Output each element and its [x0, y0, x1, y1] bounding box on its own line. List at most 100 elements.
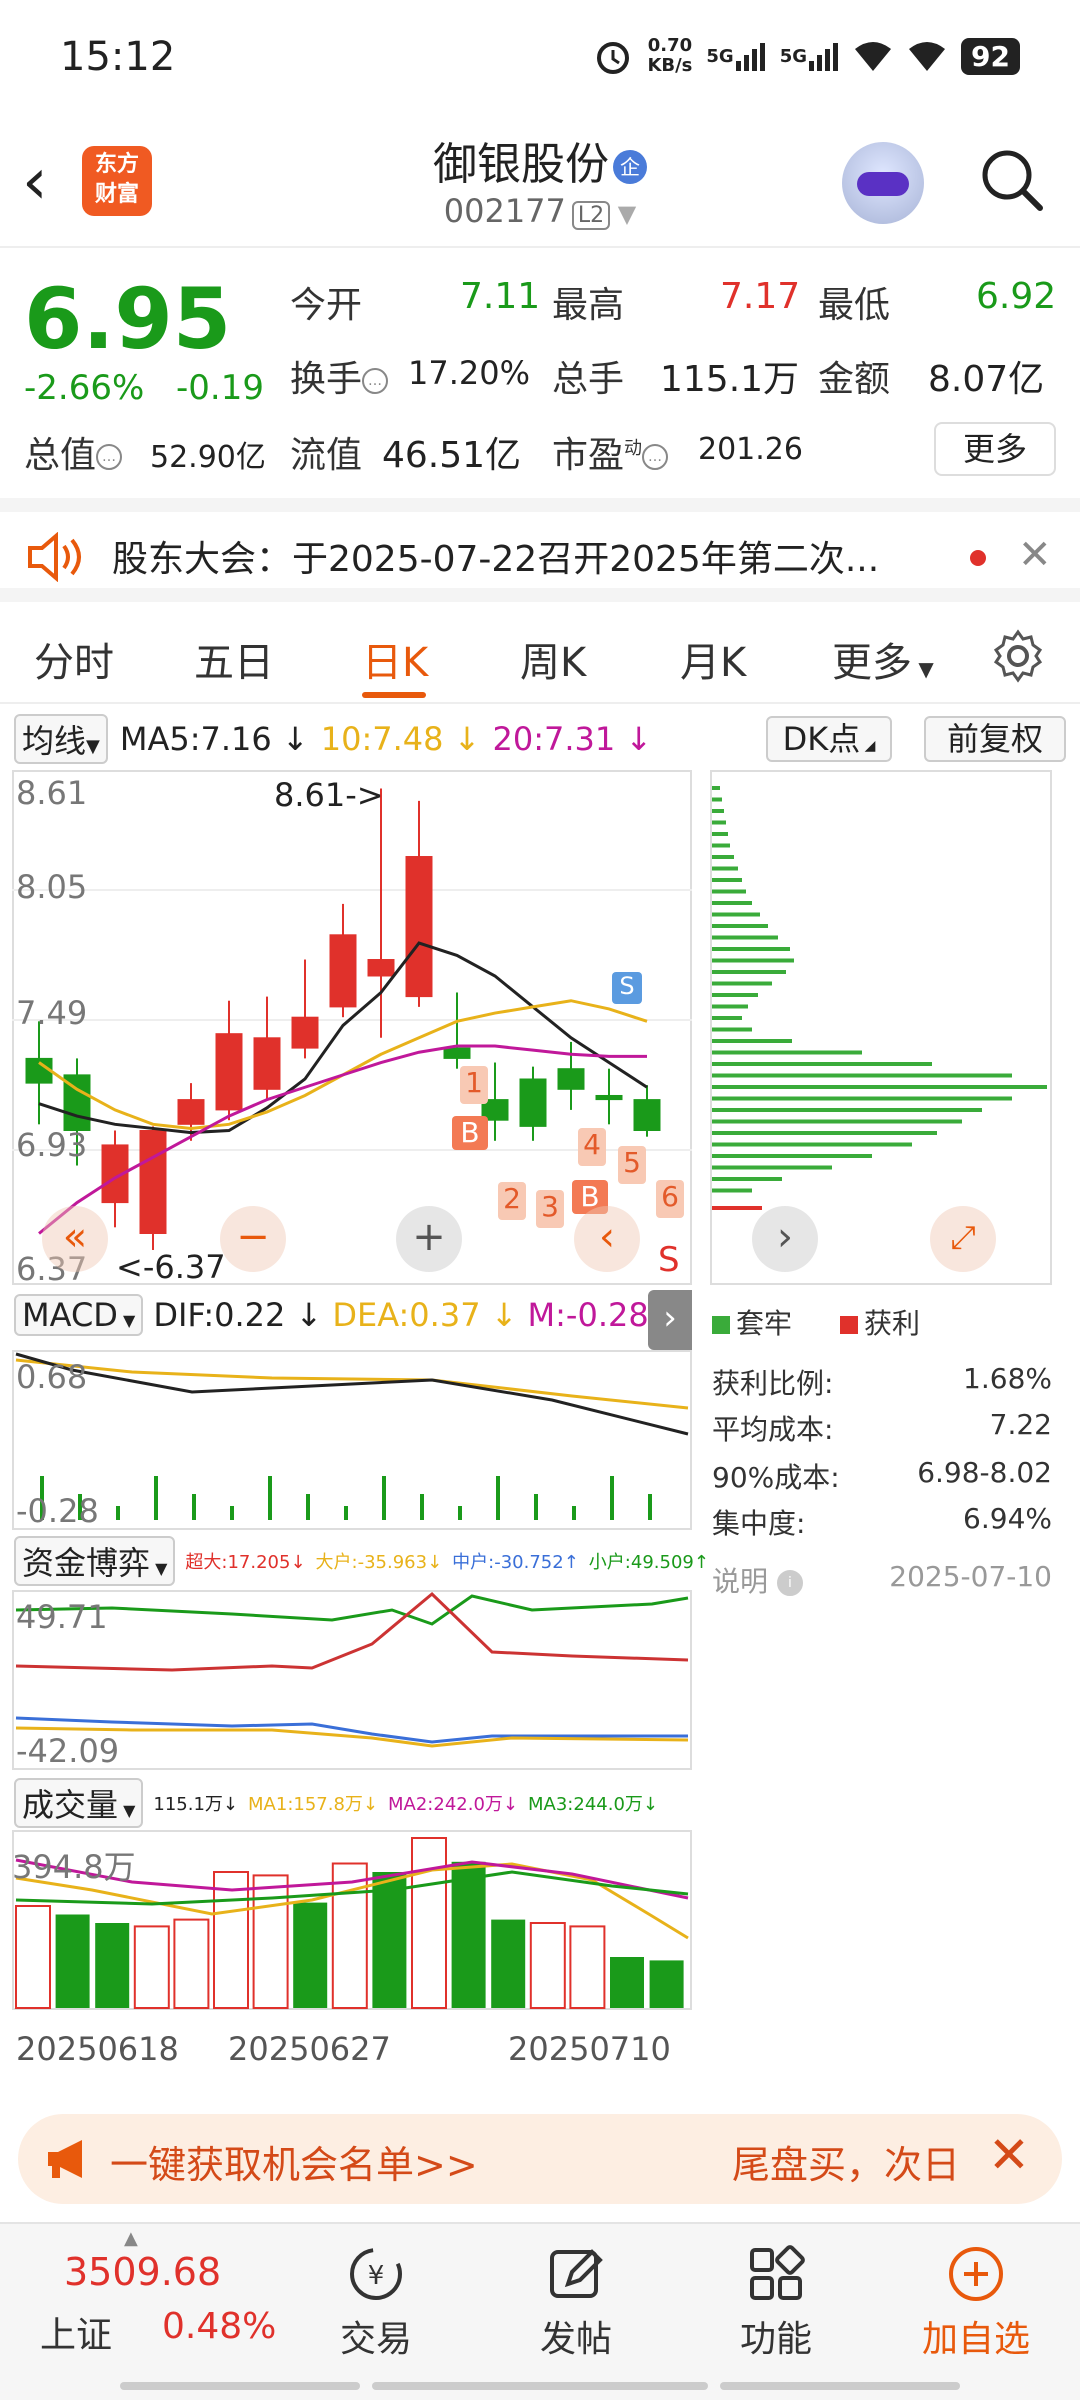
pe-label[interactable]: 市盈动… — [552, 426, 669, 478]
chip-bar — [712, 1085, 1047, 1089]
tab-monthly-k[interactable]: 月K — [680, 630, 746, 688]
volume-label: 总手 — [552, 359, 625, 400]
volume-bar — [252, 1874, 289, 2010]
volume-legend: 成交量 ▼ 115.1万↓ MA1:157.8万↓ MA2:242.0万↓ MA… — [14, 1778, 658, 1828]
notice-bar[interactable]: 股东大会：于2025-07-22召开2025年第二次... ✕ — [0, 498, 1080, 602]
functions-button[interactable]: 功能 — [716, 2244, 836, 2362]
tab-weekly-k[interactable]: 周K — [520, 630, 586, 688]
wifi-icon — [855, 42, 892, 71]
funds-mid: 中户:-30.752↑ — [452, 1552, 579, 1573]
chip-distribution-chart[interactable] — [710, 770, 1052, 1285]
ma-legend: 均线▼ MA5:7.16 ↓ 10:7.48 ↓ 20:7.31 ↓ — [14, 714, 652, 764]
post-button[interactable]: 发帖 — [516, 2244, 636, 2362]
chip-bar — [712, 866, 738, 871]
chip-stat-90-cost: 90%成本: 6.98-8.02 — [712, 1456, 1052, 1494]
chip-bar — [712, 935, 778, 940]
sell-signal-badge: S — [612, 972, 642, 1004]
period-tabs: 分时 五日 日K 周K 月K 更多 ▼ — [0, 612, 1080, 704]
funds-legend: 资金博弈 ▼ 超大:17.205↓ 大户:-35.963↓ 中户:-30.752… — [14, 1536, 709, 1586]
chip-bar — [712, 1096, 1012, 1101]
chevron-right-icon[interactable]: › — [752, 1206, 818, 1272]
mktcap-label[interactable]: 总值… — [24, 426, 123, 478]
edit-icon — [550, 2249, 603, 2298]
candle-body — [443, 1047, 471, 1059]
svg-text:¥: ¥ — [368, 2261, 385, 2291]
zoom-out-icon[interactable]: − — [220, 1206, 286, 1272]
low-label: 最低 — [818, 285, 891, 326]
chip-bar — [712, 797, 722, 802]
index-value[interactable]: 3509.68 — [64, 2250, 221, 2294]
bottom-toolbar: ▲ 3509.68 上证 0.48% ¥ 交易 发帖 功能 加自选 — [0, 2222, 1080, 2400]
add-watchlist-button[interactable]: 加自选 — [916, 2244, 1036, 2362]
gear-icon[interactable] — [990, 628, 1046, 684]
collapse-panel-icon[interactable]: › — [648, 1290, 692, 1350]
turnover-label[interactable]: 换手… — [290, 350, 389, 402]
index-percent[interactable]: 0.48% — [162, 2306, 276, 2347]
close-icon[interactable]: ✕ — [1018, 532, 1052, 578]
y-label-top: 8.61 — [16, 774, 88, 812]
tab-five-day[interactable]: 五日 — [194, 630, 274, 688]
net-speed: 0.70 KB/s — [647, 35, 693, 76]
signal-5: 5 — [618, 1146, 646, 1184]
chip-stat-profit-ratio: 获利比例: 1.68% — [712, 1362, 1052, 1400]
chip-bar — [712, 1131, 937, 1135]
tab-intraday[interactable]: 分时 — [34, 630, 114, 688]
banner-left-text[interactable]: 一键获取机会名单>> — [110, 2134, 478, 2189]
macd-legend: MACD ▼ DIF:0.22 ↓ DEA:0.37 ↓ M:-0.28 ↓ — [14, 1294, 686, 1336]
chip-note-row[interactable]: 说明 i 2025-07-10 — [712, 1560, 1052, 1600]
date-label-3: 20250710 — [508, 2030, 671, 2068]
date-label-2: 20250627 — [228, 2030, 391, 2068]
macd-selector[interactable]: MACD ▼ — [14, 1294, 144, 1336]
funds-selector[interactable]: 资金博弈 ▼ — [14, 1536, 176, 1586]
wifi-2-icon — [909, 42, 946, 71]
adjust-button[interactable]: 前复权 — [924, 716, 1066, 762]
chip-bar — [712, 855, 734, 859]
indicator-selector[interactable]: 均线▼ — [14, 714, 108, 764]
app-logo[interactable]: 东方 财富 — [82, 146, 152, 216]
status-time: 15:12 — [60, 34, 176, 80]
funds-small: 小户:49.509↑ — [588, 1552, 709, 1573]
ma5-value: MA5:7.16 ↓ — [119, 720, 309, 758]
info-icon: … — [96, 444, 123, 470]
notice-text[interactable]: 股东大会：于2025-07-22召开2025年第二次... — [112, 530, 879, 582]
tab-more[interactable]: 更多 ▼ — [832, 630, 934, 688]
chevron-up-icon[interactable]: ▲ — [124, 2228, 138, 2249]
macd-dea: DEA:0.37 ↓ — [332, 1296, 518, 1334]
chip-bar — [712, 993, 758, 997]
last-price: 6.95 — [24, 270, 232, 368]
assistant-robot-avatar[interactable] — [842, 142, 924, 224]
rewind-icon[interactable]: « — [42, 1206, 108, 1272]
candle-body — [215, 1033, 243, 1111]
candle-body — [291, 1016, 319, 1049]
volume-selector[interactable]: 成交量 ▼ — [14, 1778, 144, 1828]
more-button[interactable]: 更多 — [934, 422, 1056, 476]
promo-banner[interactable]: 一键获取机会名单>> 尾盘买，次日 ✕ — [18, 2114, 1062, 2204]
close-icon[interactable]: ✕ — [988, 2126, 1030, 2184]
chip-bar — [712, 947, 790, 951]
low-value: 6.92 — [976, 276, 1057, 317]
dk-point-button[interactable]: DK点 ◢ — [766, 716, 892, 762]
scrollbar-segment — [720, 2382, 960, 2390]
y-label-2: 8.05 — [16, 868, 88, 906]
chip-bar — [712, 958, 794, 963]
trade-button[interactable]: ¥ 交易 — [316, 2244, 436, 2362]
banner-right-text[interactable]: 尾盘买，次日 — [732, 2134, 960, 2189]
signal-3: 3 — [536, 1190, 564, 1228]
back-icon[interactable]: ‹ — [22, 150, 48, 214]
volume-bar — [133, 1925, 170, 2009]
candle-body — [253, 1037, 281, 1090]
search-icon[interactable] — [978, 146, 1044, 212]
stock-code[interactable]: 002177 L2 ▼ — [340, 192, 740, 230]
unread-dot — [970, 550, 986, 566]
high-label: 最高 — [552, 285, 625, 326]
tab-daily-k[interactable]: 日K — [362, 630, 428, 688]
index-name[interactable]: 上证 — [40, 2306, 112, 2358]
funds-y-bottom: -42.09 — [16, 1732, 120, 1770]
chip-bar — [712, 786, 720, 790]
scroll-left-icon[interactable]: ‹ — [574, 1206, 640, 1272]
stock-header: ‹ 东方 财富 御银股份企 002177 L2 ▼ — [0, 120, 1080, 248]
zoom-in-icon[interactable]: + — [396, 1206, 462, 1272]
volume-bar — [529, 1922, 566, 2009]
expand-icon[interactable]: ⤢ — [930, 1206, 996, 1272]
macd-y-top: 0.68 — [16, 1358, 88, 1396]
